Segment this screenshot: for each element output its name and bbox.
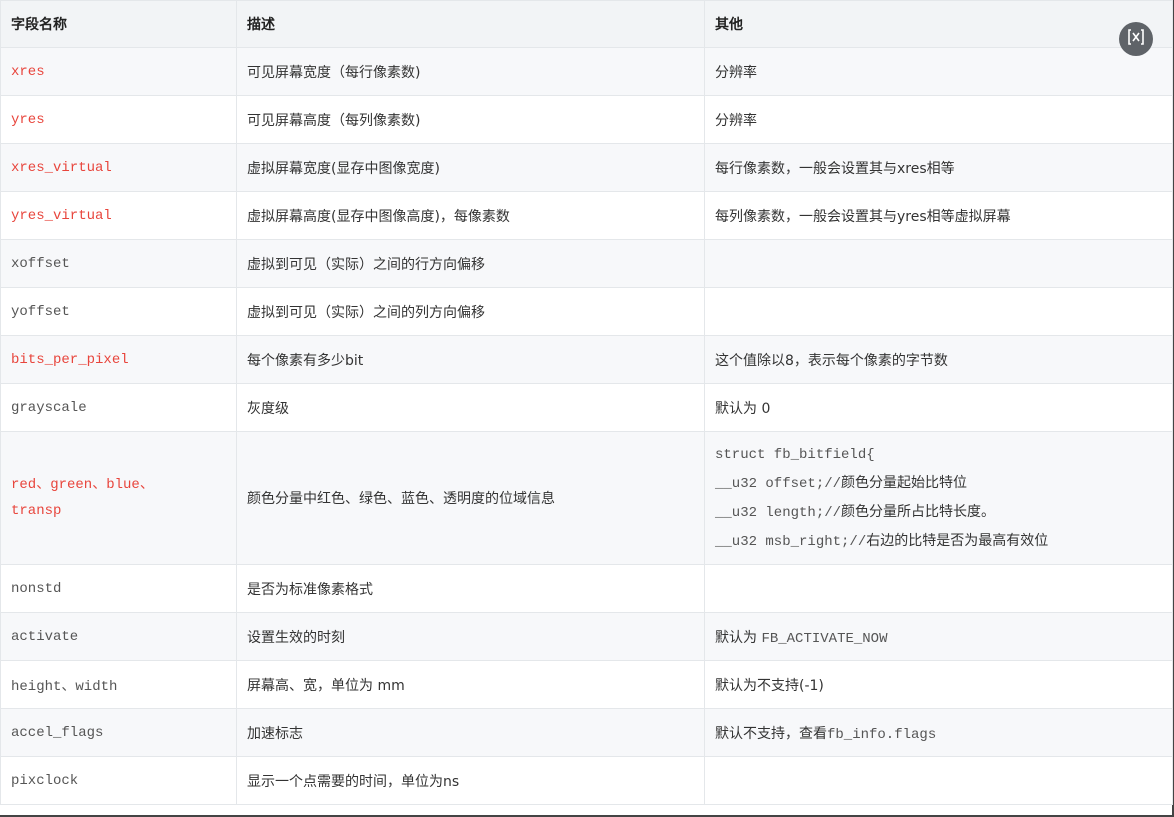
field-name: accel_flags [11,725,104,741]
table-row: pixclock 显示一个点需要的时间，单位为ns [0,756,1173,805]
field-name: grayscale [11,400,87,416]
field-name: yoffset [11,304,70,320]
table-row: xoffset 虚拟到可见（实际）之间的行方向偏移 [0,239,1173,288]
field-name: bits_per_pixel [11,352,129,368]
field-cell: red、green、blue、 transp [0,431,237,565]
table-row: accel_flags 加速标志 默认不支持，查看fb_info.flags [0,708,1173,757]
description-cell: 虚拟到可见（实际）之间的行方向偏移 [236,239,705,288]
field-cell: height、width [0,660,237,709]
description-cell: 设置生效的时刻 [236,612,705,661]
struct-comment: 颜色分量起始比特位 [841,475,968,491]
field-name: activate [11,629,79,645]
table-row: red、green、blue、 transp 颜色分量中红色、绿色、蓝色、透明度… [0,431,1173,565]
header-field-name: 字段名称 [0,0,237,48]
struct-code: struct fb_bitfield{ [715,447,875,463]
table-row: xres_virtual 虚拟屏幕宽度(显存中图像宽度) 每行像素数，一般会设置… [0,143,1173,192]
field-name-line: red、green、blue、 [11,477,154,493]
field-name: yres_virtual [11,208,112,224]
other-cell: 每行像素数，一般会设置其与xres相等 [704,143,1173,192]
field-name: yres [11,112,45,128]
description-cell: 虚拟到可见（实际）之间的列方向偏移 [236,287,705,336]
header-other: 其他 [704,0,1173,48]
table-row: yres 可见屏幕高度（每列像素数) 分辨率 [0,95,1173,144]
other-cell [704,239,1173,288]
struct-code: __u32 length;// [715,505,842,521]
field-cell: activate [0,612,237,661]
other-cell: 默认为 FB_ACTIVATE_NOW [704,612,1173,661]
other-cell: 默认为 0 [704,383,1173,432]
table-row: xres 可见屏幕宽度（每行像素数) 分辨率 [0,47,1173,96]
field-cell: accel_flags [0,708,237,757]
field-name-line: transp [11,503,62,519]
field-cell: pixclock [0,756,237,805]
other-prefix: 默认为 [715,629,762,646]
struct-line: struct fb_bitfield{ [715,440,1162,469]
table-header-row: 字段名称 描述 其他 [0,0,1173,48]
field-cell: xres_virtual [0,143,237,192]
table-row: yres_virtual 虚拟屏幕高度(显存中图像高度)，每像素数 每列像素数，… [0,191,1173,240]
field-cell: grayscale [0,383,237,432]
description-cell: 屏幕高、宽，单位为 mm [236,660,705,709]
description-cell: 虚拟屏幕宽度(显存中图像宽度) [236,143,705,192]
other-cell: 每列像素数，一般会设置其与yres相等虚拟屏幕 [704,191,1173,240]
other-cell: 默认为不支持(-1) [704,660,1173,709]
other-code: FB_ACTIVATE_NOW [761,630,888,647]
table-row: bits_per_pixel 每个像素有多少bit 这个值除以8，表示每个像素的… [0,335,1173,384]
table-row: nonstd 是否为标准像素格式 [0,564,1173,613]
table-row: yoffset 虚拟到可见（实际）之间的列方向偏移 [0,287,1173,336]
description-cell: 显示一个点需要的时间，单位为ns [236,756,705,805]
field-name: xoffset [11,256,70,272]
table-row: grayscale 灰度级 默认为 0 [0,383,1173,432]
struct-line: __u32 length;//颜色分量所占比特长度。 [715,498,1162,527]
other-code: fb_info.flags [827,726,937,743]
struct-code: __u32 offset;// [715,476,842,492]
other-prefix: 默认不支持，查看 [715,725,827,742]
field-cell: bits_per_pixel [0,335,237,384]
other-cell: 默认不支持，查看fb_info.flags [704,708,1173,757]
field-name: xres_virtual [11,160,112,176]
field-cell: xoffset [0,239,237,288]
description-cell: 虚拟屏幕高度(显存中图像高度)，每像素数 [236,191,705,240]
table-row: activate 设置生效的时刻 默认为 FB_ACTIVATE_NOW [0,612,1173,661]
description-cell: 灰度级 [236,383,705,432]
struct-code: __u32 msb_right;// [715,534,867,550]
other-cell: 分辨率 [704,47,1173,96]
fields-table: 字段名称 描述 其他 xres 可见屏幕宽度（每行像素数) 分辨率 yres 可… [0,0,1173,805]
struct-comment: 颜色分量所占比特长度。 [841,504,996,520]
field-cell: yoffset [0,287,237,336]
field-name: nonstd [11,581,62,597]
field-name: xres [11,64,45,80]
other-cell: 这个值除以8，表示每个像素的字节数 [704,335,1173,384]
other-cell [704,564,1173,613]
description-cell: 每个像素有多少bit [236,335,705,384]
field-cell: yres_virtual [0,191,237,240]
close-button[interactable] [1119,22,1153,56]
other-cell [704,287,1173,336]
field-name: pixclock [11,773,79,789]
table-row: height、width 屏幕高、宽，单位为 mm 默认为不支持(-1) [0,660,1173,709]
field-cell: xres [0,47,237,96]
other-cell [704,756,1173,805]
struct-line: __u32 offset;//颜色分量起始比特位 [715,469,1162,498]
field-name: height、width [11,678,118,695]
description-cell: 可见屏幕宽度（每行像素数) [236,47,705,96]
field-cell: yres [0,95,237,144]
description-cell: 是否为标准像素格式 [236,564,705,613]
description-cell: 可见屏幕高度（每列像素数) [236,95,705,144]
page: 字段名称 描述 其他 xres 可见屏幕宽度（每行像素数) 分辨率 yres 可… [0,0,1174,817]
field-cell: nonstd [0,564,237,613]
struct-comment: 右边的比特是否为最高有效位 [866,533,1049,549]
struct-line: __u32 msb_right;//右边的比特是否为最高有效位 [715,527,1162,556]
description-cell: 颜色分量中红色、绿色、蓝色、透明度的位域信息 [236,431,705,565]
other-cell: 分辨率 [704,95,1173,144]
description-cell: 加速标志 [236,708,705,757]
header-description: 描述 [236,0,705,48]
other-cell: struct fb_bitfield{ __u32 offset;//颜色分量起… [704,431,1173,565]
close-icon [1126,27,1146,51]
